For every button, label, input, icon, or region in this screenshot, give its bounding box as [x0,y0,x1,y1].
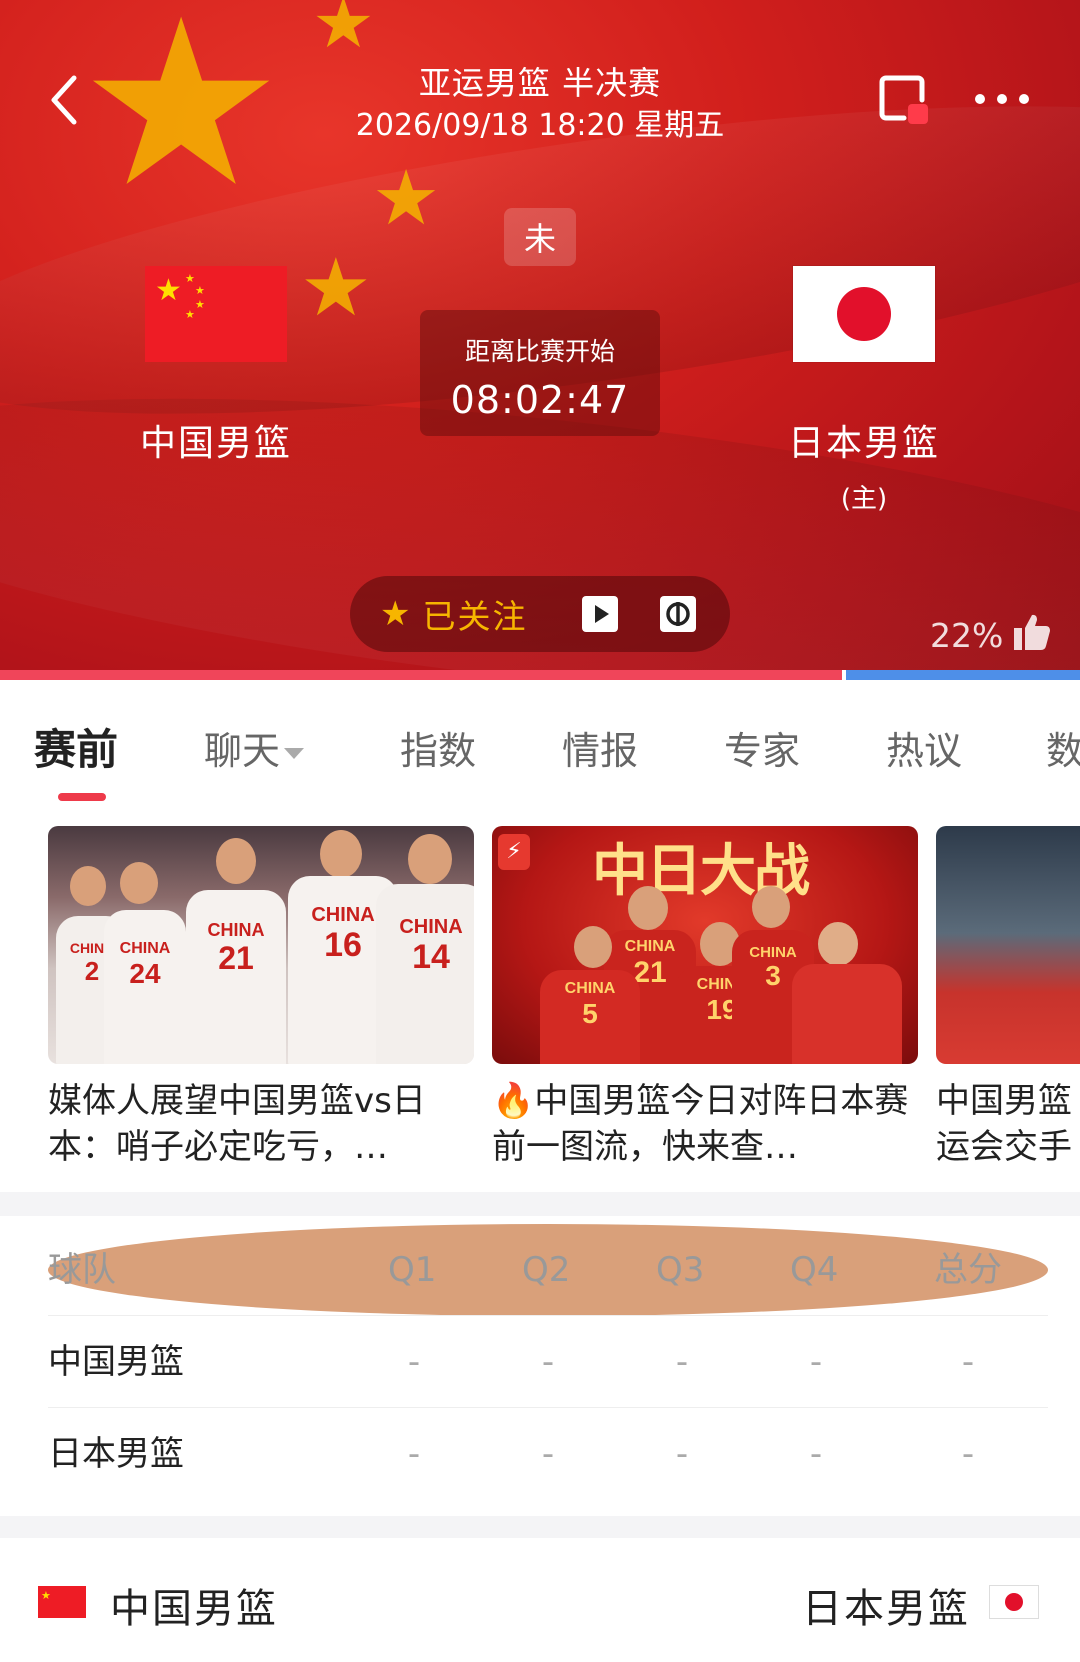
tab-intel[interactable]: 情报 [562,720,638,775]
score-cell: - [675,1342,689,1382]
news-title: 中国男篮运会交手 [936,1081,1072,1167]
news-card[interactable]: 中日大战 ⚡ CHINA 21 CHINA 5 CHINA 19 CHINA 3 🔥中国… [492,826,918,1170]
team-comparison-header: ★ 中国男篮 日本男篮 [0,1538,1080,1662]
column-header-q1: Q1 [388,1250,437,1290]
tab-experts[interactable]: 专家 [724,720,800,775]
background-star-icon: ★ [312,0,375,64]
match-header: ★ ★ ★ ★ 亚运男篮 半决赛 2026/09/18 18:20 星期五 未 … [0,0,1080,670]
home-team[interactable]: ★ ★ ★ ★ ★ 中国男篮 [86,266,346,466]
support-compare-bar [0,670,1080,680]
right-team-name: 日本男篮 [802,1586,970,1632]
svg-text:★: ★ [185,272,195,285]
news-card[interactable]: 中国男篮运会交手 [936,826,1080,1170]
news-title: 🔥中国男篮今日对阵日本赛前一图流，快来查… [492,1081,909,1167]
tab-bar: 赛前 聊天 指数 情报 专家 热议 数 [0,680,1080,802]
svg-text:★: ★ [195,298,205,311]
star-icon[interactable]: ★ [380,597,410,631]
chevron-down-icon [284,748,305,759]
match-status-badge: 未 [504,208,576,266]
table-header-row: 球队 Q1 Q2 Q3 Q4 总分 [48,1224,1048,1316]
column-header-q4: Q4 [790,1250,839,1290]
japan-flag-icon [793,266,935,362]
svg-text:★: ★ [155,273,182,308]
more-options-icon[interactable] [972,82,1032,116]
home-support-bar [0,670,842,680]
news-card[interactable]: CHINA 2 CHINA 24 CHINA 21 CHINA 16 CHINA 14 媒… [48,826,474,1170]
tab-chat[interactable]: 聊天 [204,720,305,775]
tab-data[interactable]: 数 [1046,720,1080,775]
home-team-name: 中国男篮 [139,423,292,464]
countdown-timer: 08:02:47 [450,378,630,422]
news-title: 媒体人展望中国男篮vs日本：哨子必定吃亏，… [48,1081,426,1167]
tab-odds[interactable]: 指数 [400,720,476,775]
picture-in-picture-icon[interactable] [876,72,932,128]
play-video-icon[interactable] [582,596,618,632]
active-tab-indicator [58,793,106,801]
news-thumbnail [936,826,1080,1064]
countdown-label: 距离比赛开始 [464,337,615,366]
score-cell: - [961,1342,975,1382]
row-team-name: 日本男篮 [48,1434,184,1474]
left-team-name: 中国男篮 [110,1586,278,1632]
section-divider [0,1516,1080,1538]
score-cell: - [541,1434,555,1474]
quarter-score-table: 球队 Q1 Q2 Q3 Q4 总分 中国男篮 - - - - - 日本男篮 - … [0,1216,1080,1516]
support-percent: 22% [930,616,1004,655]
china-flag-icon: ★ ★ ★ ★ ★ [145,266,287,362]
news-carousel: CHINA 2 CHINA 24 CHINA 21 CHINA 16 CHINA 14 媒… [0,826,1080,1170]
countdown-box: 距离比赛开始 08:02:47 [420,310,660,436]
column-header-team: 球队 [48,1250,116,1290]
svg-text:★: ★ [185,308,195,321]
japan-flag-icon [990,1586,1038,1618]
score-cell: - [809,1434,823,1474]
svg-text:★: ★ [195,284,205,297]
thumbs-up-icon[interactable] [1010,612,1052,652]
score-cell: - [541,1342,555,1382]
table-row: 日本男篮 - - - - - [48,1408,1048,1500]
row-team-name: 中国男篮 [48,1342,184,1382]
score-cell: - [407,1434,421,1474]
section-divider [0,1192,1080,1216]
video-badge-icon: ⚡ [498,834,530,870]
score-cell: - [407,1342,421,1382]
live-broadcast-icon[interactable] [660,596,696,632]
table-row: 中国男篮 - - - - - [48,1316,1048,1408]
home-court-tag: (主) [840,484,888,514]
away-team-name: 日本男篮 [787,423,940,464]
score-cell: - [675,1434,689,1474]
score-cell: - [961,1434,975,1474]
away-support-bar [846,670,1080,680]
follow-button[interactable]: 已关注 [422,590,527,638]
column-header-q3: Q3 [656,1250,705,1290]
action-bar: ★ 已关注 [350,576,730,652]
tab-chat-label: 聊天 [204,729,281,773]
tab-pregame[interactable]: 赛前 [34,716,118,777]
column-header-q2: Q2 [522,1250,571,1290]
svg-text:★: ★ [41,1589,51,1602]
news-thumbnail: CHINA 2 CHINA 24 CHINA 21 CHINA 16 CHINA 14 [48,826,474,1064]
column-header-total: 总分 [934,1250,1002,1290]
news-thumbnail: 中日大战 ⚡ CHINA 21 CHINA 5 CHINA 19 CHINA 3 [492,826,918,1064]
china-flag-icon: ★ [38,1586,86,1618]
score-cell: - [809,1342,823,1382]
tab-hot-discussion[interactable]: 热议 [886,720,962,775]
away-team[interactable]: 日本男篮 (主) [734,266,994,515]
background-star-icon: ★ [372,153,441,242]
